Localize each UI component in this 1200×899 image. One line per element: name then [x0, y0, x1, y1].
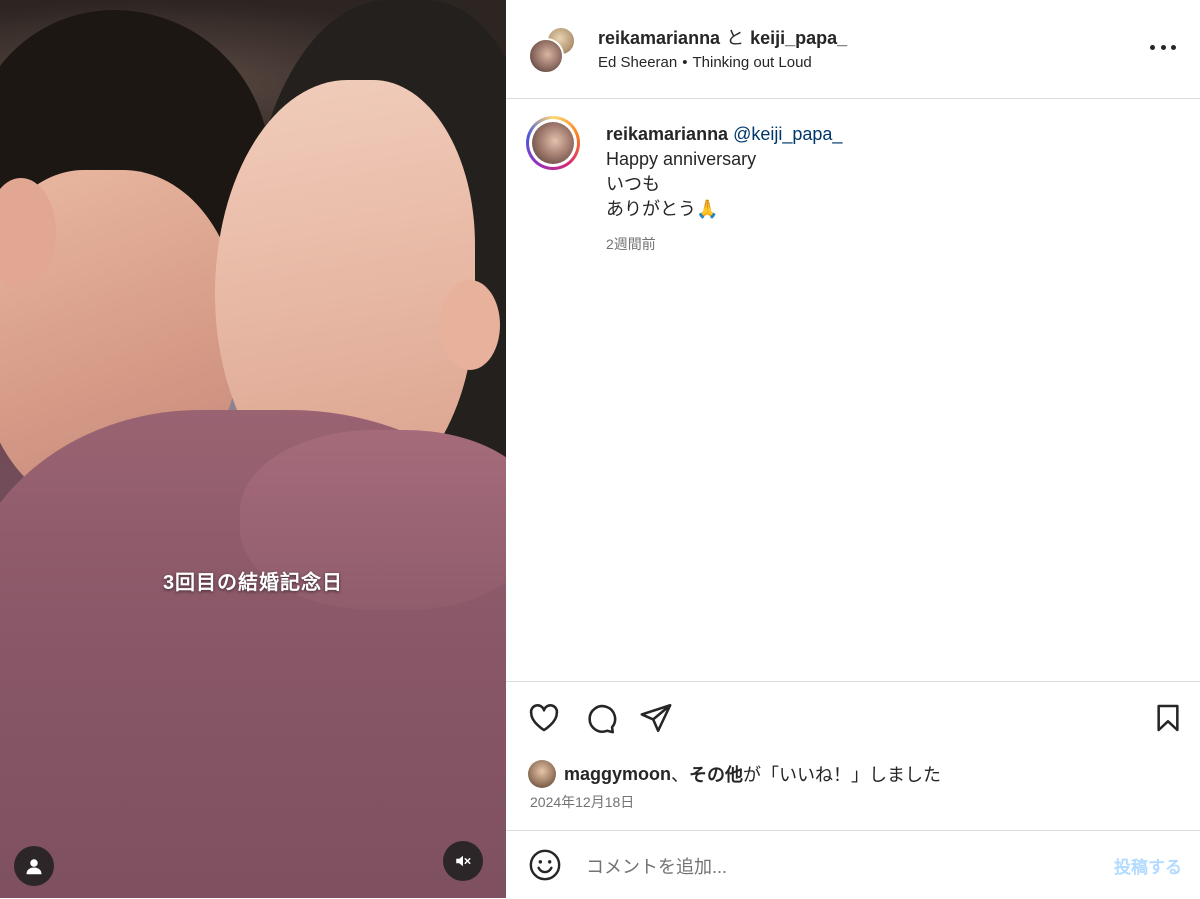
caption-body: reikamarianna @keiji_papa_ Happy anniver… — [606, 122, 842, 222]
heart-icon — [529, 704, 559, 732]
owner-joiner: と — [726, 28, 745, 48]
like-button[interactable] — [526, 700, 562, 736]
music-artist: Ed Sheeran — [598, 54, 678, 71]
post-comment-button[interactable]: 投稿する — [1114, 853, 1182, 878]
speaker-muted-icon — [456, 855, 471, 867]
collab-avatars[interactable] — [528, 26, 576, 74]
praying-hands-emoji: 🙏 — [696, 199, 719, 219]
more-dot-icon — [1171, 44, 1176, 50]
liker-username-link[interactable]: maggymoon — [564, 764, 671, 785]
comment-button[interactable] — [582, 700, 618, 736]
music-separator: • — [682, 54, 688, 71]
instagram-post-view: 3回目の結婚記念日 reikamarianna と keiji_papa_ Ed… — [0, 0, 1200, 898]
comment-icon — [588, 704, 617, 734]
caption-mention-link[interactable]: @keiji_papa_ — [733, 124, 842, 144]
collaborator-username-link[interactable]: keiji_papa_ — [750, 28, 847, 48]
others-likes-link[interactable]: その他 — [689, 761, 743, 787]
likes-summary: maggymoon、その他 が「いいね！」しました — [528, 760, 941, 788]
post-actions: maggymoon、その他 が「いいね！」しました 2024年12月18日 — [506, 681, 1200, 830]
emoji-picker-button[interactable] — [528, 848, 562, 882]
avatar[interactable] — [528, 760, 556, 788]
more-options-button[interactable] — [1150, 38, 1176, 56]
post-date[interactable]: 2024年12月18日 — [530, 792, 634, 812]
audio-attribution[interactable]: Ed Sheeran • Thinking out Loud — [598, 54, 812, 71]
smiley-icon — [529, 849, 561, 881]
post-video[interactable]: 3回目の結婚記念日 — [0, 0, 506, 898]
user-icon — [26, 859, 42, 875]
more-dot-icon — [1150, 44, 1155, 50]
caption-line: いつも — [606, 174, 660, 194]
save-button[interactable] — [1150, 700, 1186, 736]
share-button[interactable] — [638, 700, 674, 736]
caption-line: ありがとう — [606, 199, 696, 219]
likes-suffix: が「いいね！」しました — [743, 765, 942, 785]
video-text-overlay: 3回目の結婚記念日 — [162, 572, 344, 594]
post-owners: reikamarianna と keiji_papa_ — [598, 24, 847, 50]
caption-username-link[interactable]: reikamarianna — [606, 124, 728, 144]
owner-username-link[interactable]: reikamarianna — [598, 28, 720, 48]
caption-timestamp[interactable]: 2週間前 — [606, 234, 656, 254]
caption-line: Happy anniversary — [606, 149, 757, 169]
comment-input[interactable] — [584, 853, 1068, 881]
more-dot-icon — [1160, 44, 1166, 50]
mute-toggle-button[interactable] — [443, 841, 483, 881]
likes-comma: 、 — [671, 765, 690, 785]
post-side-panel: reikamarianna と keiji_papa_ Ed Sheeran • Thi… — [506, 0, 1200, 898]
bookmark-icon — [1157, 704, 1179, 732]
story-ring-avatar[interactable] — [526, 116, 580, 170]
avatar — [528, 38, 564, 74]
tagged-users-button[interactable] — [14, 846, 54, 886]
comment-composer: 投稿する — [506, 830, 1200, 899]
music-title: Thinking out Loud — [692, 54, 812, 71]
send-icon — [640, 703, 672, 733]
post-header: reikamarianna と keiji_papa_ Ed Sheeran • Thi… — [506, 0, 1200, 99]
avatar — [532, 122, 574, 164]
